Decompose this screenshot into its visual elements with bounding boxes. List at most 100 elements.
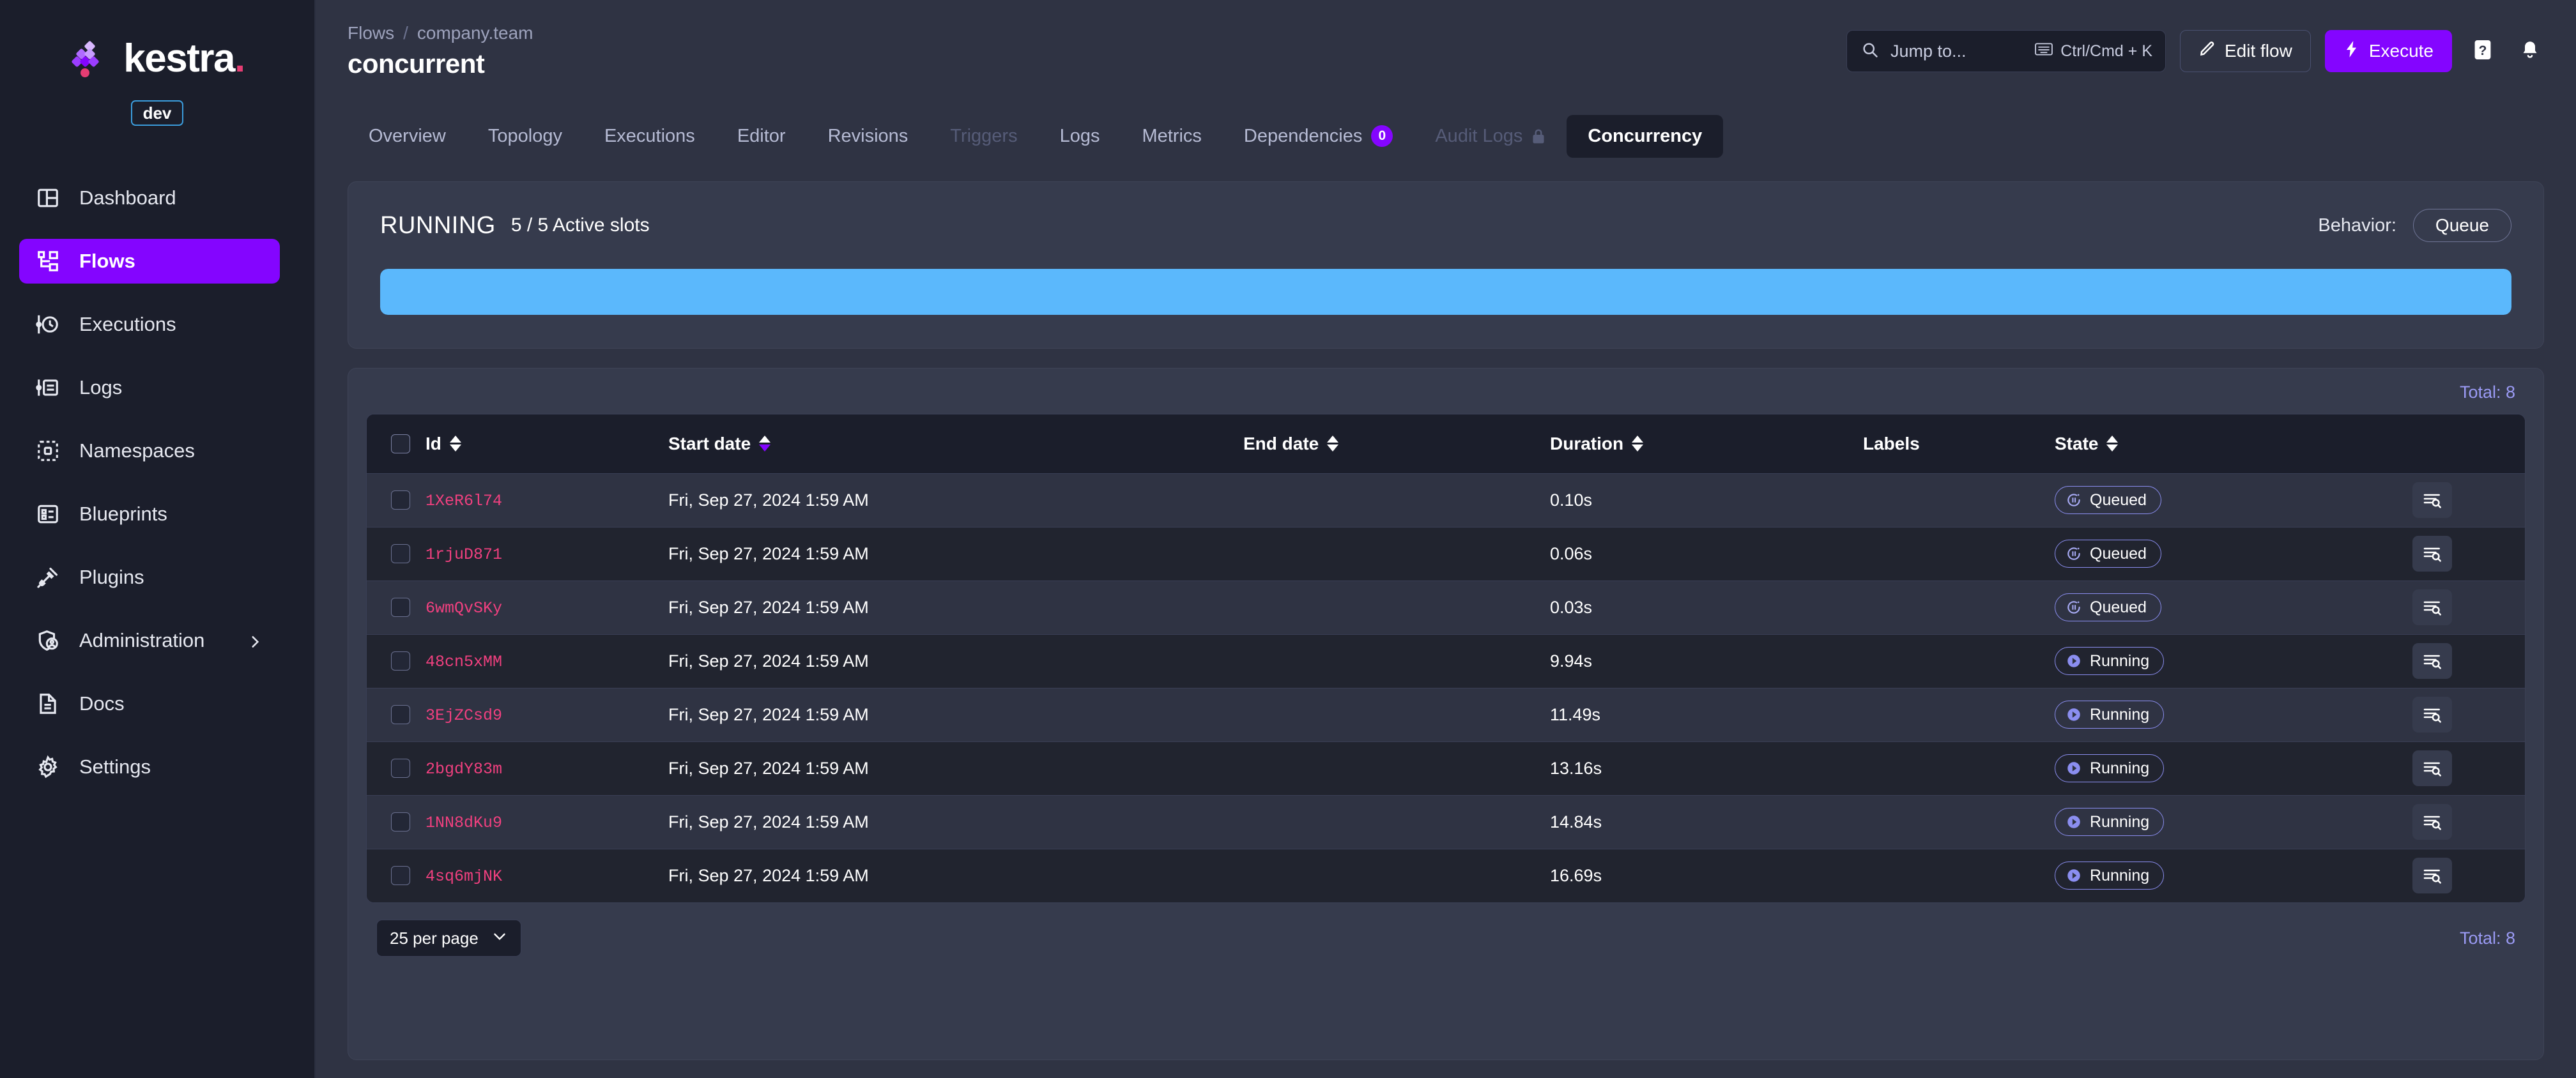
row-id-cell[interactable]: 6wmQvSKy: [425, 581, 668, 635]
row-checkbox[interactable]: [391, 651, 410, 671]
sidebar-item-blueprints[interactable]: Blueprints: [19, 492, 280, 536]
select-all-checkbox[interactable]: [391, 434, 410, 453]
log-search-icon[interactable]: [2412, 482, 2452, 518]
sidebar-item-namespaces[interactable]: Namespaces: [19, 429, 280, 473]
sidebar-item-flows[interactable]: Flows: [19, 239, 280, 284]
log-search-icon[interactable]: [2412, 643, 2452, 679]
notifications-button[interactable]: [2513, 32, 2547, 70]
tab-revisions[interactable]: Revisions: [807, 115, 930, 158]
row-checkbox[interactable]: [391, 544, 410, 563]
sidebar-item-docs[interactable]: Docs: [19, 681, 280, 726]
tab-executions[interactable]: Executions: [583, 115, 716, 158]
tab-metrics[interactable]: Metrics: [1121, 115, 1222, 158]
row-checkbox[interactable]: [391, 598, 410, 617]
row-actions-cell[interactable]: [2412, 849, 2525, 902]
row-id-cell[interactable]: 3EjZCsd9: [425, 688, 668, 742]
row-id-cell[interactable]: 1rjuD871: [425, 527, 668, 581]
table-row[interactable]: 3EjZCsd9 Fri, Sep 27, 2024 1:59 AM 11.49s R…: [367, 688, 2525, 742]
row-select-cell[interactable]: [367, 473, 425, 528]
sidebar-nav: Dashboard Flows Executions Logs Namespac…: [0, 176, 314, 808]
row-actions-cell[interactable]: [2412, 795, 2525, 849]
breadcrumb-root[interactable]: Flows: [348, 23, 394, 43]
table-row[interactable]: 2bgdY83m Fri, Sep 27, 2024 1:59 AM 13.16s R…: [367, 741, 2525, 796]
status-badge-label: Queued: [2090, 544, 2147, 563]
tab-editor[interactable]: Editor: [716, 115, 807, 158]
table-row[interactable]: 4sq6mjNK Fri, Sep 27, 2024 1:59 AM 16.69s R…: [367, 849, 2525, 902]
behavior-value-badge[interactable]: Queue: [2412, 209, 2511, 242]
log-search-icon[interactable]: [2412, 750, 2452, 786]
log-search-icon[interactable]: [2412, 536, 2452, 572]
execution-id-link[interactable]: 3EjZCsd9: [425, 706, 502, 725]
table-row[interactable]: 1XeR6l74 Fri, Sep 27, 2024 1:59 AM 0.10s Qu…: [367, 473, 2525, 528]
execution-id-link[interactable]: 48cn5xMM: [425, 653, 502, 671]
table-row[interactable]: 1rjuD871 Fri, Sep 27, 2024 1:59 AM 0.06s Qu…: [367, 527, 2525, 581]
row-actions-cell[interactable]: [2412, 741, 2525, 796]
sidebar-item-logs[interactable]: Logs: [19, 365, 280, 410]
per-page-select[interactable]: 25 per page: [376, 920, 521, 957]
log-search-icon[interactable]: [2412, 858, 2452, 894]
sidebar-item-executions[interactable]: Executions: [19, 302, 280, 347]
row-id-cell[interactable]: 1NN8dKu9: [425, 795, 668, 849]
sidebar-item-dashboard[interactable]: Dashboard: [19, 176, 280, 220]
execution-id-link[interactable]: 2bgdY83m: [425, 760, 502, 778]
row-id-cell[interactable]: 4sq6mjNK: [425, 849, 668, 902]
row-actions-cell[interactable]: [2412, 473, 2525, 528]
sidebar-item-administration[interactable]: Administration: [19, 618, 280, 663]
log-search-icon[interactable]: [2412, 804, 2452, 840]
row-id-cell[interactable]: 48cn5xMM: [425, 634, 668, 688]
row-actions-cell[interactable]: [2412, 527, 2525, 581]
row-actions-cell[interactable]: [2412, 634, 2525, 688]
row-checkbox[interactable]: [391, 812, 410, 831]
row-actions-cell[interactable]: [2412, 581, 2525, 635]
sort-toggle-icon[interactable]: [2106, 436, 2119, 452]
tab-concurrency[interactable]: Concurrency: [1567, 114, 1724, 158]
tab-overview[interactable]: Overview: [348, 115, 467, 158]
execution-id-link[interactable]: 4sq6mjNK: [425, 867, 502, 886]
sort-toggle-icon[interactable]: [759, 436, 771, 452]
table-row[interactable]: 6wmQvSKy Fri, Sep 27, 2024 1:59 AM 0.03s Qu…: [367, 581, 2525, 635]
edit-flow-button[interactable]: Edit flow: [2180, 30, 2311, 72]
row-checkbox[interactable]: [391, 490, 410, 510]
execution-id-link[interactable]: 1rjuD871: [425, 545, 502, 564]
log-search-icon[interactable]: [2412, 589, 2452, 625]
column-header-start-date[interactable]: Start date: [668, 414, 1243, 474]
table-row[interactable]: 48cn5xMM Fri, Sep 27, 2024 1:59 AM 9.94s Ru…: [367, 634, 2525, 688]
table-header-row: Id Start date End date Duration Labels S…: [367, 414, 2525, 474]
tab-dependencies[interactable]: Dependencies 0: [1223, 114, 1414, 158]
row-select-cell[interactable]: [367, 795, 425, 849]
column-header-id[interactable]: Id: [425, 414, 668, 474]
tab-logs[interactable]: Logs: [1039, 115, 1121, 158]
breadcrumb-namespace[interactable]: company.team: [417, 23, 533, 43]
sidebar-item-settings[interactable]: Settings: [19, 745, 280, 789]
execution-id-link[interactable]: 1NN8dKu9: [425, 814, 502, 832]
row-id-cell[interactable]: 1XeR6l74: [425, 473, 668, 528]
execution-id-link[interactable]: 1XeR6l74: [425, 492, 502, 510]
column-header-end-date[interactable]: End date: [1243, 414, 1550, 474]
column-header-state[interactable]: State: [2055, 414, 2412, 474]
column-header-duration[interactable]: Duration: [1550, 414, 1863, 474]
row-checkbox[interactable]: [391, 705, 410, 724]
sort-toggle-icon[interactable]: [1327, 436, 1339, 452]
row-id-cell[interactable]: 2bgdY83m: [425, 741, 668, 796]
row-select-cell[interactable]: [367, 849, 425, 902]
row-actions-cell[interactable]: [2412, 688, 2525, 742]
row-checkbox[interactable]: [391, 866, 410, 886]
row-select-cell[interactable]: [367, 527, 425, 581]
row-select-cell[interactable]: [367, 741, 425, 796]
row-select-cell[interactable]: [367, 581, 425, 635]
select-all-header[interactable]: [367, 414, 425, 474]
log-search-icon[interactable]: [2412, 697, 2452, 733]
tab-topology[interactable]: Topology: [467, 115, 583, 158]
execute-button[interactable]: Execute: [2324, 30, 2452, 72]
row-select-cell[interactable]: [367, 634, 425, 688]
row-checkbox[interactable]: [391, 759, 410, 778]
sort-toggle-icon[interactable]: [1632, 436, 1644, 452]
sidebar-item-plugins[interactable]: Plugins: [19, 555, 280, 600]
search-input[interactable]: Jump to... Ctrl/Cmd + K: [1846, 30, 2166, 72]
help-button[interactable]: ?: [2466, 32, 2499, 70]
sort-toggle-icon[interactable]: [449, 436, 461, 452]
table-row[interactable]: 1NN8dKu9 Fri, Sep 27, 2024 1:59 AM 14.84s R…: [367, 795, 2525, 849]
execution-id-link[interactable]: 6wmQvSKy: [425, 599, 502, 618]
brand-logo[interactable]: kestra. dev: [0, 28, 314, 126]
row-select-cell[interactable]: [367, 688, 425, 742]
